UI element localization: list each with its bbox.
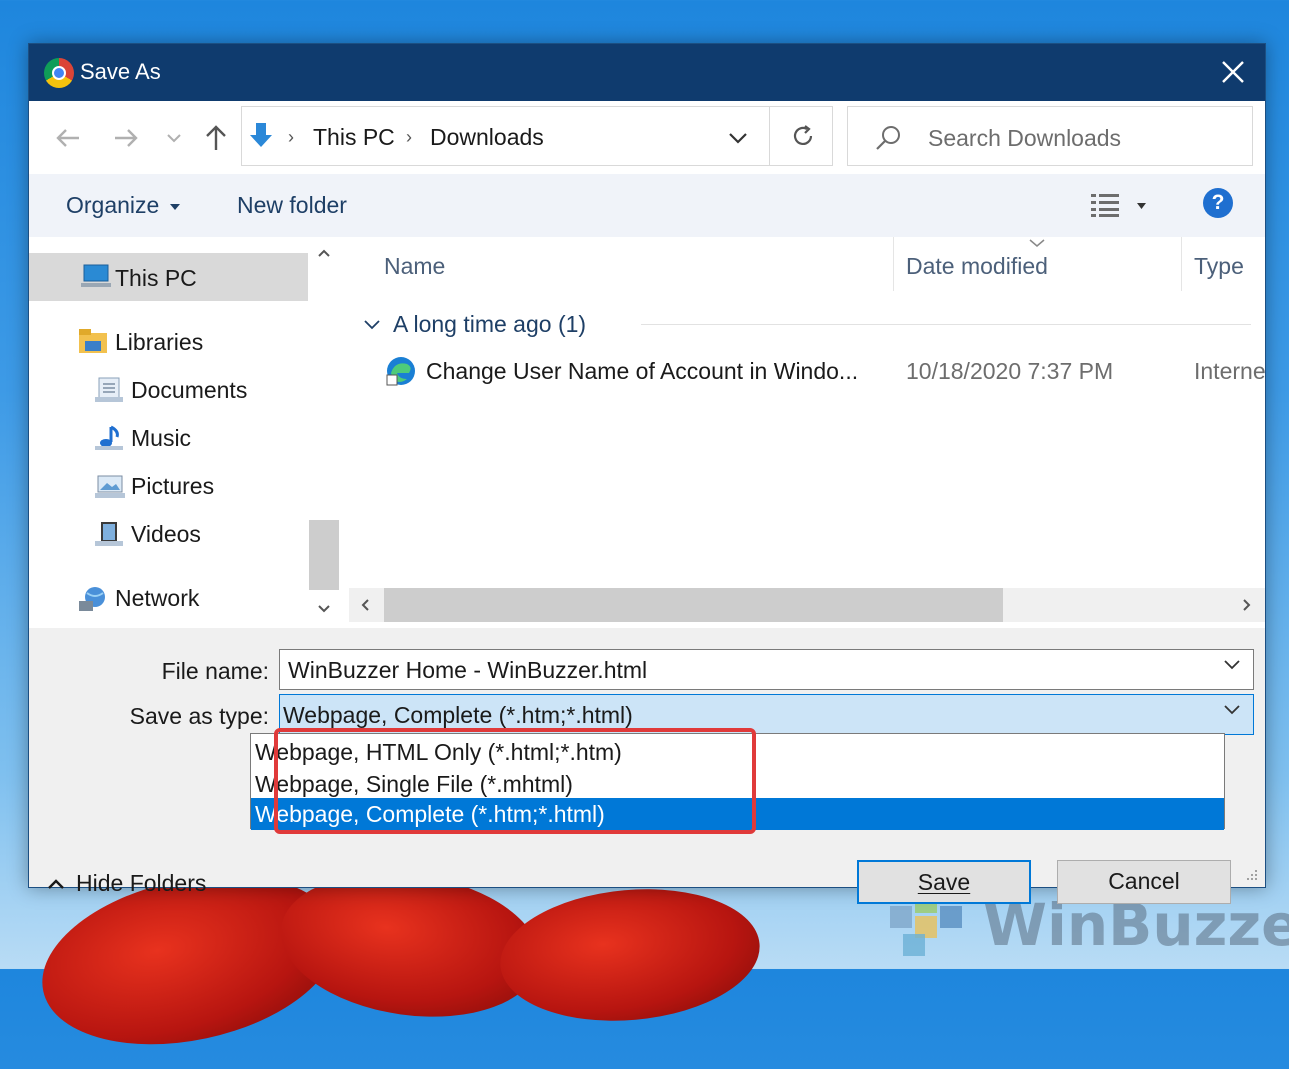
chevron-down-icon[interactable] xyxy=(1223,704,1241,716)
horizontal-scrollbar-thumb[interactable] xyxy=(384,588,1003,622)
chevron-down-icon xyxy=(167,133,181,142)
save-button[interactable]: Save xyxy=(857,860,1031,904)
save-button-label: Save xyxy=(917,869,971,895)
edge-html-file-icon xyxy=(386,357,415,386)
sidebar-item-this-pc[interactable]: This PC xyxy=(115,265,197,292)
view-options-icon[interactable] xyxy=(1091,192,1121,218)
chrome-icon xyxy=(44,58,74,88)
column-header-date-modified[interactable]: Date modified xyxy=(906,253,1048,280)
breadcrumb-chevron-icon: › xyxy=(406,127,412,147)
save-as-type-value: Webpage, Complete (*.htm;*.html) xyxy=(283,702,633,728)
pictures-icon xyxy=(95,475,125,498)
file-type: Interne xyxy=(1194,358,1265,384)
forward-button[interactable] xyxy=(111,101,141,174)
column-header-name[interactable]: Name xyxy=(384,253,445,280)
breadcrumb-this-pc[interactable]: This PC xyxy=(313,124,395,151)
navigation-pane: This PC Libraries Documents Music Pictur… xyxy=(29,237,340,628)
column-divider xyxy=(1181,237,1182,291)
sidebar-item-music[interactable]: Music xyxy=(131,425,191,452)
refresh-button[interactable] xyxy=(769,106,834,166)
scroll-right-icon[interactable] xyxy=(1243,599,1251,611)
breadcrumb-downloads[interactable]: Downloads xyxy=(430,124,544,151)
close-icon xyxy=(1222,61,1244,83)
annotation-highlight-box xyxy=(274,728,756,834)
group-header[interactable]: A long time ago (1) xyxy=(393,311,586,338)
arrow-left-icon xyxy=(56,128,79,147)
column-header-type[interactable]: Type xyxy=(1194,253,1244,280)
title-bar: Save As xyxy=(29,44,1265,101)
file-name: Change User Name of Account in Windo... xyxy=(426,358,859,384)
breadcrumb-chevron-icon: › xyxy=(288,127,294,147)
command-toolbar: Organize New folder ? xyxy=(29,174,1265,237)
sidebar-item-pictures[interactable]: Pictures xyxy=(131,473,214,500)
view-dropdown-icon[interactable] xyxy=(1137,203,1146,209)
cancel-button-label: Cancel xyxy=(1108,868,1180,894)
wallpaper-flower xyxy=(494,878,766,1032)
arrow-up-icon xyxy=(206,124,226,150)
horizontal-scrollbar[interactable] xyxy=(349,588,1265,622)
search-input[interactable]: Search Downloads xyxy=(928,125,1121,152)
search-box[interactable]: Search Downloads xyxy=(847,106,1253,166)
sidebar-item-videos[interactable]: Videos xyxy=(131,521,201,548)
close-button[interactable] xyxy=(1201,44,1265,101)
group-collapse-icon[interactable] xyxy=(363,319,381,331)
documents-icon xyxy=(95,377,123,402)
resize-grip-icon[interactable] xyxy=(1243,868,1259,884)
organize-button[interactable]: Organize xyxy=(66,192,159,219)
group-divider xyxy=(641,324,1251,325)
sort-chevron-icon xyxy=(1029,239,1045,247)
music-icon xyxy=(95,425,123,450)
recent-locations-button[interactable] xyxy=(163,101,185,174)
new-folder-button[interactable]: New folder xyxy=(237,192,347,219)
address-bar[interactable]: › This PC › Downloads xyxy=(241,106,833,166)
file-date: 10/18/2020 7:37 PM xyxy=(906,358,1114,384)
file-name-label: File name: xyxy=(161,658,269,684)
scroll-left-icon[interactable] xyxy=(361,599,369,611)
chevron-up-icon xyxy=(48,879,64,889)
file-list: Name Date modified Type A long time ago … xyxy=(349,237,1265,628)
downloads-arrow-icon xyxy=(250,123,272,147)
arrow-right-icon xyxy=(115,128,138,147)
sidebar-item-network[interactable]: Network xyxy=(115,585,199,612)
table-row[interactable]: Change User Name of Account in Windo... … xyxy=(349,345,1265,395)
window-title: Save As xyxy=(80,59,161,84)
search-icon xyxy=(876,126,900,150)
sidebar-scrollbar[interactable] xyxy=(308,237,340,628)
pc-icon xyxy=(81,264,111,287)
column-divider xyxy=(893,237,894,291)
hide-folders-label: Hide Folders xyxy=(76,870,207,896)
chevron-down-icon[interactable] xyxy=(1223,659,1241,671)
sidebar-scrollbar-thumb[interactable] xyxy=(309,520,339,590)
organize-dropdown-icon xyxy=(170,204,180,210)
videos-icon xyxy=(95,522,123,546)
sidebar-item-documents[interactable]: Documents xyxy=(131,377,247,404)
cancel-button[interactable]: Cancel xyxy=(1057,860,1231,904)
refresh-icon xyxy=(793,125,813,145)
help-button[interactable]: ? xyxy=(1203,188,1233,218)
scroll-down-icon[interactable] xyxy=(318,605,330,613)
sidebar-item-libraries[interactable]: Libraries xyxy=(115,329,203,356)
file-name-input[interactable]: WinBuzzer Home - WinBuzzer.html xyxy=(288,657,647,684)
up-button[interactable] xyxy=(201,101,231,174)
network-icon xyxy=(79,587,105,611)
scroll-up-icon[interactable] xyxy=(318,249,330,257)
libraries-icon xyxy=(79,329,107,353)
navigation-bar: › This PC › Downloads Search Downloads xyxy=(29,101,1265,174)
back-button[interactable] xyxy=(53,101,83,174)
address-dropdown-icon[interactable] xyxy=(728,131,748,145)
save-as-type-label: Save as type: xyxy=(129,703,269,729)
file-name-field[interactable]: WinBuzzer Home - WinBuzzer.html xyxy=(279,649,1254,690)
